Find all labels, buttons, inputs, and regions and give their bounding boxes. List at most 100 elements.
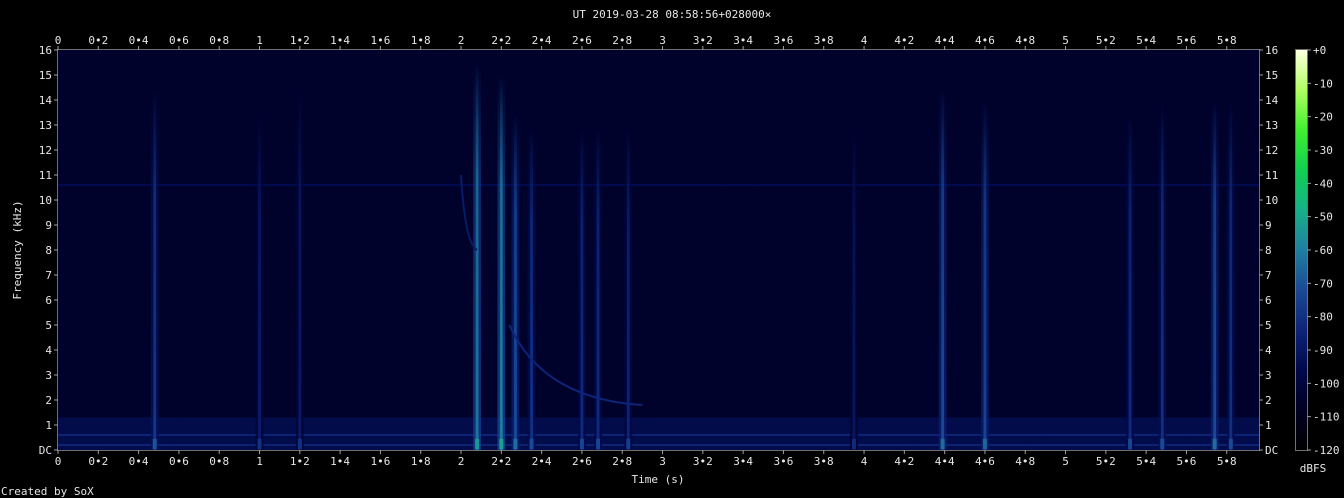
event-base xyxy=(579,438,584,449)
x-tick-label-bottom: 4•8 xyxy=(1015,455,1035,468)
colorbar-tick-label: -10 xyxy=(1313,77,1333,90)
x-tick-label-bottom: 5•4 xyxy=(1136,455,1156,468)
colorbar-tick-label: +0 xyxy=(1313,44,1326,57)
y-tick-label-left: 13 xyxy=(39,119,52,132)
y-tick-label-left: 15 xyxy=(39,69,52,82)
y-tick-label-right: 12 xyxy=(1265,144,1278,157)
y-tick-label-right: 4 xyxy=(1265,344,1272,357)
event-base xyxy=(1160,438,1165,449)
x-tick-label-top: 2 xyxy=(458,34,465,47)
event-base xyxy=(940,438,945,449)
x-tick-label-top: 4•2 xyxy=(894,34,914,47)
y-tick-label-left: 11 xyxy=(39,169,52,182)
event-base xyxy=(513,438,518,449)
event-column xyxy=(596,125,600,450)
colorbar-tick-label: -80 xyxy=(1313,311,1333,324)
y-tick-label-right: 14 xyxy=(1265,94,1279,107)
x-tick-label-top: 1•2 xyxy=(290,34,310,47)
x-tick-label-top: 0•4 xyxy=(129,34,149,47)
x-tick-label-top: 3•8 xyxy=(814,34,834,47)
event-base xyxy=(499,438,504,449)
event-column xyxy=(1128,112,1132,450)
x-tick-label-bottom: 5•6 xyxy=(1177,455,1197,468)
event-column xyxy=(499,75,503,450)
x-tick-label-bottom: 3•2 xyxy=(693,455,713,468)
x-tick-label-top: 5•6 xyxy=(1177,34,1197,47)
event-base xyxy=(529,438,534,449)
tone-line xyxy=(58,184,1259,186)
x-tick-label-bottom: 4•6 xyxy=(975,455,995,468)
event-base xyxy=(152,438,157,449)
y-tick-label-right: 11 xyxy=(1265,169,1278,182)
event-base xyxy=(596,438,601,449)
x-tick-label-bottom: 1•2 xyxy=(290,455,310,468)
event-column xyxy=(475,62,479,450)
y-tick-label-right: DC xyxy=(1265,444,1278,457)
x-tick-label-bottom: 1•4 xyxy=(330,455,350,468)
colorbar-tick-label: -40 xyxy=(1313,177,1333,190)
event-base xyxy=(626,438,631,449)
x-tick-label-top: 5 xyxy=(1062,34,1069,47)
x-tick-label-bottom: 1 xyxy=(256,455,263,468)
spectrogram-figure: UT 2019-03-28 08:58:56+028000× Frequency… xyxy=(0,0,1344,498)
colorbar: +0 -10 -20 -30 -40 -50 -60 -70 -80 -90 -100 -110 -12… xyxy=(1295,44,1340,457)
tone-line xyxy=(58,444,1259,446)
x-tick-label-top: 4•6 xyxy=(975,34,995,47)
event-column xyxy=(1213,100,1217,450)
x-tick-label-top: 3•4 xyxy=(733,34,753,47)
y-tick-label-right: 5 xyxy=(1265,319,1272,332)
x-tick-label-bottom: 4•4 xyxy=(935,455,955,468)
y-tick-label-right: 10 xyxy=(1265,194,1278,207)
event-column xyxy=(513,112,517,450)
event-column xyxy=(530,125,534,450)
y-tick-label-right: 13 xyxy=(1265,119,1278,132)
event-column xyxy=(983,100,987,450)
event-column xyxy=(941,87,945,450)
y-tick-label-right: 2 xyxy=(1265,394,1272,407)
x-tick-label-top: 4 xyxy=(861,34,868,47)
y-tick-label-left: 4 xyxy=(45,344,52,357)
x-tick-label-bottom: 5 xyxy=(1062,455,1069,468)
colorbar-tick-label: -110 xyxy=(1313,411,1340,424)
y-tick-label-left: 14 xyxy=(39,94,53,107)
y-tick-label-left: 16 xyxy=(39,44,52,57)
spectrogram-chart: 000•20•20•40•40•60•60•80•8111•21•21•41•4… xyxy=(39,34,1340,468)
colorbar-tick-label: -90 xyxy=(1313,344,1333,357)
event-column xyxy=(1229,100,1233,450)
x-tick-label-top: 0 xyxy=(55,34,62,47)
x-tick-label-top: 1•8 xyxy=(411,34,431,47)
y-tick-label-right: 8 xyxy=(1265,244,1272,257)
event-base xyxy=(297,438,302,449)
y-tick-label-left: DC xyxy=(39,444,52,457)
y-tick-label-left: 3 xyxy=(45,369,52,382)
x-tick-label-top: 1•4 xyxy=(330,34,350,47)
colorbar-tick-label: -50 xyxy=(1313,211,1333,224)
y-tick-label-right: 1 xyxy=(1265,419,1272,432)
tone-line xyxy=(58,434,1259,436)
x-tick-label-bottom: 0•4 xyxy=(129,455,149,468)
event-column xyxy=(852,125,856,450)
x-tick-label-bottom: 3 xyxy=(659,455,666,468)
y-tick-label-right: 3 xyxy=(1265,369,1272,382)
event-base xyxy=(1228,438,1233,449)
x-tick-label-bottom: 0•2 xyxy=(88,455,108,468)
y-tick-label-right: 9 xyxy=(1265,219,1272,232)
x-tick-label-bottom: 4•2 xyxy=(894,455,914,468)
x-tick-label-top: 3 xyxy=(659,34,666,47)
y-tick-label-left: 8 xyxy=(45,244,52,257)
event-base xyxy=(1128,438,1133,449)
x-tick-label-top: 2•8 xyxy=(612,34,632,47)
x-tick-label-bottom: 1•6 xyxy=(370,455,390,468)
x-tick-label-top: 1•6 xyxy=(370,34,390,47)
colorbar-tick-label: -70 xyxy=(1313,277,1333,290)
y-tick-label-left: 1 xyxy=(45,419,52,432)
plot-background xyxy=(58,50,1259,450)
x-tick-label-bottom: 4 xyxy=(861,455,868,468)
colorbar-tick-label: -120 xyxy=(1313,444,1340,457)
y-tick-label-right: 6 xyxy=(1265,294,1272,307)
x-tick-label-bottom: 3•4 xyxy=(733,455,753,468)
x-tick-label-top: 4•8 xyxy=(1015,34,1035,47)
x-tick-label-top: 5•8 xyxy=(1217,34,1237,47)
colorbar-tick-label: -60 xyxy=(1313,244,1333,257)
colorbar-gradient xyxy=(1296,50,1307,450)
